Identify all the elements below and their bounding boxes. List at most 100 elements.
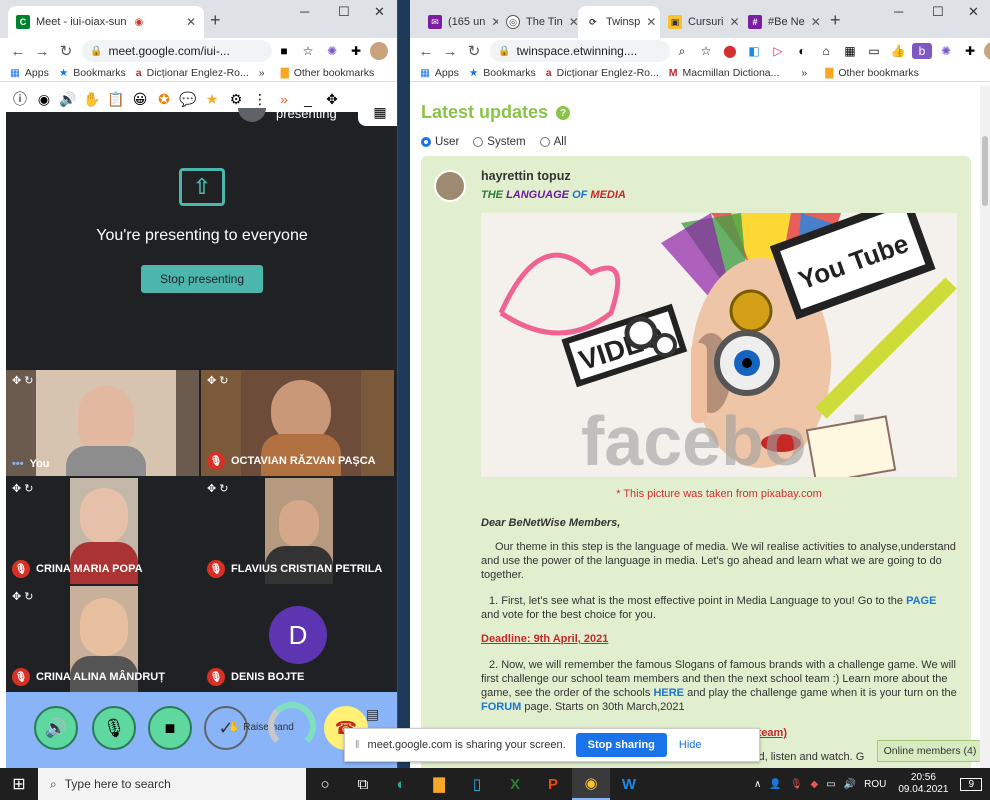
hand-icon[interactable]: ✋ xyxy=(80,91,104,108)
pin-icon[interactable]: ✥ ↻ xyxy=(207,482,229,495)
cortana-icon[interactable]: ○ xyxy=(306,768,344,800)
participant-tile[interactable]: ✥ ↻ 🎙 CRINA MARIA POPA xyxy=(6,478,199,584)
filter-all-radio[interactable]: All xyxy=(539,136,566,148)
maximize-icon[interactable]: ☐ xyxy=(338,4,350,20)
move-icon[interactable]: ✥ xyxy=(320,91,344,108)
tab-tin[interactable]: ◎ The Tin ✕ xyxy=(498,6,578,38)
forward-icon[interactable]: → xyxy=(30,43,54,60)
extension-gear-icon[interactable]: ✺ xyxy=(936,43,956,59)
participant-tile[interactable]: ✥ ↻ ••• You xyxy=(6,370,199,476)
profile-avatar[interactable] xyxy=(370,42,388,60)
card-ext-icon[interactable]: ▭ xyxy=(864,43,884,59)
tray-chevron-icon[interactable]: ∧ xyxy=(754,779,761,790)
b-ext-icon[interactable]: b xyxy=(912,43,932,59)
close-tab-icon[interactable]: ✕ xyxy=(563,15,578,29)
online-members-button[interactable]: Online members (4) xyxy=(877,740,983,762)
tab-email[interactable]: ✉ (165 un ✕ xyxy=(420,6,498,38)
microphone-icon[interactable]: 🎙 xyxy=(92,706,136,750)
settings-gear-icon[interactable]: ⚙ xyxy=(224,91,248,108)
participant-tile[interactable]: D 🎙 DENIS BOJTE xyxy=(201,586,394,692)
star-icon[interactable]: ☆ xyxy=(298,43,318,59)
tab-twinspace[interactable]: ⟳ Twinsp ✕ xyxy=(578,6,660,38)
edge-icon[interactable]: ◐ xyxy=(382,768,420,800)
author-name[interactable]: hayrettin topuz xyxy=(481,169,571,183)
bookmark-bookmarks[interactable]: ★ Bookmarks xyxy=(469,67,536,79)
fast-forward-icon[interactable]: » xyxy=(272,91,296,107)
here-link[interactable]: HERE xyxy=(653,687,684,699)
chrome-icon[interactable]: ◉ xyxy=(572,768,610,800)
star-icon[interactable]: ☆ xyxy=(696,43,716,59)
participant-tile[interactable]: ✥ ↻ 🎙 FLAVIUS CRISTIAN PETRILA xyxy=(201,478,394,584)
new-tab-button[interactable]: + xyxy=(830,10,841,31)
record-icon[interactable]: ◐ xyxy=(792,43,812,59)
puzzle-icon[interactable]: ✚ xyxy=(346,43,366,59)
page-scrollbar[interactable] xyxy=(980,86,990,768)
excel-icon[interactable]: X xyxy=(496,768,534,800)
minimize-icon[interactable]: ─ xyxy=(894,4,903,19)
pin-icon[interactable]: ✥ ↻ xyxy=(12,482,34,495)
tray-volume-icon[interactable]: 🔊 xyxy=(844,779,856,790)
tray-mic-icon[interactable]: 🎙 xyxy=(790,779,803,790)
bookmark-bookmarks[interactable]: ★ Bookmarks xyxy=(59,67,126,79)
camera-icon[interactable]: ■ xyxy=(274,43,294,59)
tab-benetwise[interactable]: # #Be Ne ✕ xyxy=(740,6,820,38)
emoji-icon[interactable]: 😀 xyxy=(128,91,152,108)
filter-system-radio[interactable]: System xyxy=(473,136,526,148)
tab-cursuri[interactable]: ▣ Cursuri ✕ xyxy=(660,6,740,38)
camera-toggle-icon[interactable]: ■ xyxy=(148,706,192,750)
start-windows-icon[interactable]: ⊞ xyxy=(0,774,38,794)
speaker-toggle-icon[interactable]: 🔊 xyxy=(34,706,78,750)
back-icon[interactable]: ← xyxy=(414,43,438,60)
task-view-icon[interactable]: ⧉ xyxy=(344,768,382,800)
bookmarks-overflow[interactable]: » xyxy=(801,67,807,79)
filter-user-radio[interactable]: User xyxy=(421,136,459,148)
overflow-grid-icon[interactable]: ▤ xyxy=(366,706,379,723)
word-icon[interactable]: W xyxy=(610,768,648,800)
pin-icon[interactable]: ✥ ↻ xyxy=(12,590,34,603)
info-icon[interactable]: ⓘ xyxy=(8,89,32,109)
scrollbar-thumb[interactable] xyxy=(982,136,988,206)
drag-handle-icon[interactable]: ‖ xyxy=(355,739,360,751)
file-explorer-icon[interactable]: ▇ xyxy=(420,768,458,800)
dict-ext-icon[interactable]: ◧ xyxy=(744,43,764,59)
menu-dots-icon[interactable]: ⋮ xyxy=(392,43,397,59)
puzzle-icon[interactable]: ✚ xyxy=(960,43,980,59)
close-tab-icon[interactable]: ✕ xyxy=(180,15,196,29)
grid-ext-icon[interactable]: ▦ xyxy=(840,43,860,59)
close-tab-icon[interactable]: ✕ xyxy=(805,15,820,29)
star-ext-icon[interactable]: ★ xyxy=(200,91,224,108)
more-vert-icon[interactable]: ⋮ xyxy=(248,91,272,108)
eye-icon[interactable]: ◉ xyxy=(32,91,56,108)
extension-gear-icon[interactable]: ✺ xyxy=(322,43,342,59)
clipboard-icon[interactable]: 📋 xyxy=(104,91,128,108)
bookmark-other[interactable]: ▇ Other bookmarks xyxy=(825,67,919,79)
language-indicator[interactable]: ROU xyxy=(864,779,886,790)
pin-icon[interactable]: ✥ ↻ xyxy=(12,374,34,387)
reload-icon[interactable]: ↻ xyxy=(54,42,78,60)
minimize-icon[interactable]: ─ xyxy=(300,4,309,19)
tray-wifi-icon[interactable]: ▭ xyxy=(826,779,835,790)
phone-app-icon[interactable]: ▯ xyxy=(458,768,496,800)
participant-tile[interactable]: ✥ ↻ 🎙 CRINA ALINA MÂNDRUȚ xyxy=(6,586,199,692)
taskbar-search[interactable]: ⌕ Type here to search xyxy=(38,768,306,800)
taskbar-clock[interactable]: 20:56 09.04.2021 xyxy=(898,772,948,796)
page-link[interactable]: PAGE xyxy=(906,595,936,607)
close-tab-icon[interactable]: ✕ xyxy=(640,15,656,29)
home-icon[interactable]: ⌂ xyxy=(816,43,836,59)
stop-presenting-button[interactable]: Stop presenting xyxy=(141,265,263,293)
powerpoint-icon[interactable]: P xyxy=(534,768,572,800)
help-icon[interactable]: ? xyxy=(556,106,571,121)
layout-grid-icon[interactable]: ▦ xyxy=(358,98,397,126)
reload-icon[interactable]: ↻ xyxy=(462,42,486,60)
bookmark-apps[interactable]: ▦ Apps xyxy=(420,67,459,79)
screen-ext-icon[interactable]: ▷ xyxy=(768,43,788,59)
profile-avatar[interactable] xyxy=(984,42,990,60)
tray-acrobat-icon[interactable]: ◆ xyxy=(811,779,819,790)
address-bar[interactable]: 🔒 twinspace.etwinning.... xyxy=(490,40,670,62)
bookmarks-overflow[interactable]: » xyxy=(259,67,265,79)
bookmark-dictionar[interactable]: a Dicționar Englez-Ro... xyxy=(136,67,249,79)
bookmark-dictionar[interactable]: a Dicționar Englez-Ro... xyxy=(546,67,659,79)
new-tab-button[interactable]: + xyxy=(210,10,221,31)
chat-icon[interactable]: 💬 xyxy=(176,91,200,108)
bookmark-apps[interactable]: ▦ Apps xyxy=(10,67,49,79)
